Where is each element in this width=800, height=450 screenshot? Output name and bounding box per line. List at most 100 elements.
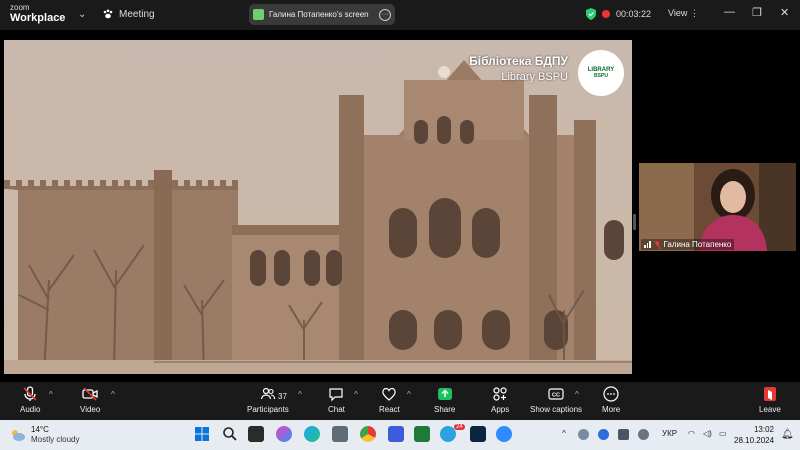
zoom-taskbar-icon[interactable] bbox=[496, 426, 512, 442]
minimize-icon[interactable]: — bbox=[724, 6, 735, 18]
tray-zoom-icon[interactable] bbox=[598, 429, 609, 440]
audio-caret-icon[interactable]: ^ bbox=[49, 390, 53, 399]
apps-icon bbox=[493, 387, 507, 401]
more-button[interactable]: More bbox=[602, 386, 620, 414]
recording-dot-icon bbox=[602, 10, 610, 18]
volume-icon[interactable]: ◁) bbox=[703, 429, 712, 438]
library-title: Бібліотека БДПУ bbox=[469, 54, 568, 68]
more-icon bbox=[603, 386, 619, 402]
meeting-label: Meeting bbox=[119, 8, 155, 20]
task-view-icon[interactable] bbox=[248, 426, 264, 442]
participants-count: 37 bbox=[278, 392, 287, 401]
more-label: More bbox=[602, 405, 621, 414]
participant-name-tag: Галина Потапенко bbox=[641, 239, 735, 250]
start-icon[interactable] bbox=[194, 426, 210, 442]
view-label: View bbox=[668, 8, 688, 18]
language-indicator[interactable]: УКР bbox=[662, 429, 677, 438]
clock-date: 28.10.2024 bbox=[734, 436, 775, 445]
video-caret-icon[interactable]: ^ bbox=[111, 390, 115, 399]
tray-expand-icon[interactable]: ^ bbox=[562, 429, 566, 438]
paw-icon bbox=[103, 9, 113, 19]
signal-bars-icon bbox=[644, 241, 651, 248]
more-options-icon[interactable]: ··· bbox=[379, 8, 391, 21]
weather-temp: 14°C bbox=[31, 425, 49, 434]
wifi-icon[interactable]: ◠ bbox=[688, 429, 695, 438]
participant-video-tile[interactable]: Галина Потапенко bbox=[639, 163, 796, 251]
zoom-logo: zoom Workplace bbox=[10, 4, 65, 24]
chrome-icon[interactable] bbox=[360, 426, 376, 442]
library-logo: LIBRARY BSPU bbox=[578, 50, 624, 96]
participant-video bbox=[639, 163, 796, 251]
telegram-badge: 24 bbox=[454, 424, 465, 430]
view-button[interactable]: View ⋮ bbox=[668, 8, 699, 19]
tray-app-icon[interactable] bbox=[578, 429, 589, 440]
screen-share-label: Галина Потапенко's screen bbox=[269, 10, 369, 19]
search-icon[interactable] bbox=[222, 426, 238, 442]
meeting-timer: 00:03:22 bbox=[586, 8, 651, 20]
chat-button[interactable]: Chat bbox=[328, 386, 345, 414]
screen-share-indicator[interactable]: Галина Потапенко's screen ··· bbox=[249, 4, 395, 25]
restore-icon[interactable]: ❐ bbox=[752, 6, 762, 19]
share-button[interactable]: Share bbox=[434, 386, 455, 414]
chevron-down-icon[interactable]: ⌄ bbox=[78, 9, 86, 20]
weather-desc: Mostly cloudy bbox=[31, 435, 80, 444]
react-caret-icon[interactable]: ^ bbox=[407, 390, 411, 399]
weather-widget[interactable]: 14°C Mostly cloudy bbox=[10, 425, 79, 445]
participants-icon bbox=[260, 387, 275, 400]
chat-icon bbox=[329, 388, 344, 402]
share-screen-icon bbox=[437, 388, 452, 400]
close-icon[interactable]: ✕ bbox=[780, 6, 789, 19]
video-button[interactable]: Video bbox=[80, 386, 100, 414]
svg-text:CC: CC bbox=[552, 393, 560, 399]
show-captions-label: Show captions bbox=[530, 405, 583, 414]
captions-icon: CC bbox=[548, 388, 564, 400]
excel-icon[interactable] bbox=[414, 426, 430, 442]
meeting-menu[interactable]: Meeting bbox=[102, 8, 155, 20]
leave-button[interactable]: Leave bbox=[759, 386, 781, 414]
cloud-icon bbox=[12, 430, 25, 441]
windows-taskbar: 14°C Mostly cloudy 24 ^ УКР ◠ ◁) ▭ 13:02… bbox=[0, 420, 800, 450]
video-muted-icon bbox=[82, 387, 98, 401]
heart-icon bbox=[382, 387, 397, 401]
chat-label: Chat bbox=[328, 405, 345, 414]
timer-text: 00:03:22 bbox=[616, 9, 652, 19]
library-logo-line2: BSPU bbox=[594, 73, 608, 79]
mic-muted-icon bbox=[653, 240, 661, 249]
library-subtitle: Library BSPU bbox=[501, 71, 568, 83]
share-label: Share bbox=[434, 405, 456, 414]
clock-time: 13:02 bbox=[753, 425, 774, 434]
captions-caret-icon[interactable]: ^ bbox=[575, 390, 579, 399]
notification-bell-icon[interactable]: 🔔︎ bbox=[781, 429, 794, 440]
copilot-icon[interactable] bbox=[276, 426, 292, 442]
react-button[interactable]: React bbox=[379, 386, 400, 414]
system-clock[interactable]: 13:02 28.10.2024 bbox=[734, 424, 774, 446]
meeting-toolbar: Audio ^ Video ^ Participants 37 ^ Chat ^… bbox=[0, 382, 800, 420]
building-photo bbox=[4, 40, 632, 374]
title-bar: zoom Workplace ⌄ Meeting Галина Потапенк… bbox=[0, 0, 800, 30]
brand-line1: zoom bbox=[10, 3, 30, 12]
apps-button[interactable]: Apps bbox=[491, 386, 509, 414]
shared-screen: Бібліотека БДПУ Library BSPU LIBRARY BSP… bbox=[4, 40, 632, 374]
leave-label: Leave bbox=[759, 405, 781, 414]
participant-name: Галина Потапенко bbox=[663, 240, 732, 249]
calculator-icon[interactable] bbox=[332, 426, 348, 442]
audio-button[interactable]: Audio bbox=[20, 386, 40, 414]
edge-icon[interactable] bbox=[304, 426, 320, 442]
resize-handle[interactable] bbox=[633, 214, 636, 230]
chat-caret-icon[interactable]: ^ bbox=[354, 390, 358, 399]
leave-icon bbox=[763, 387, 776, 401]
save-icon[interactable] bbox=[388, 426, 404, 442]
photoshop-icon[interactable] bbox=[470, 426, 486, 442]
react-label: React bbox=[379, 405, 400, 414]
mic-muted-icon bbox=[23, 386, 37, 401]
video-label: Video bbox=[80, 405, 101, 414]
battery-icon[interactable]: ▭ bbox=[719, 429, 727, 438]
apps-label: Apps bbox=[491, 405, 510, 414]
screen-share-icon bbox=[253, 9, 264, 20]
audio-label: Audio bbox=[20, 405, 41, 414]
tray-monitor-icon[interactable] bbox=[618, 429, 629, 440]
participants-caret-icon[interactable]: ^ bbox=[298, 390, 302, 399]
participants-label: Participants bbox=[247, 405, 289, 414]
shield-icon bbox=[586, 8, 596, 20]
tray-clock-icon[interactable] bbox=[638, 429, 649, 440]
